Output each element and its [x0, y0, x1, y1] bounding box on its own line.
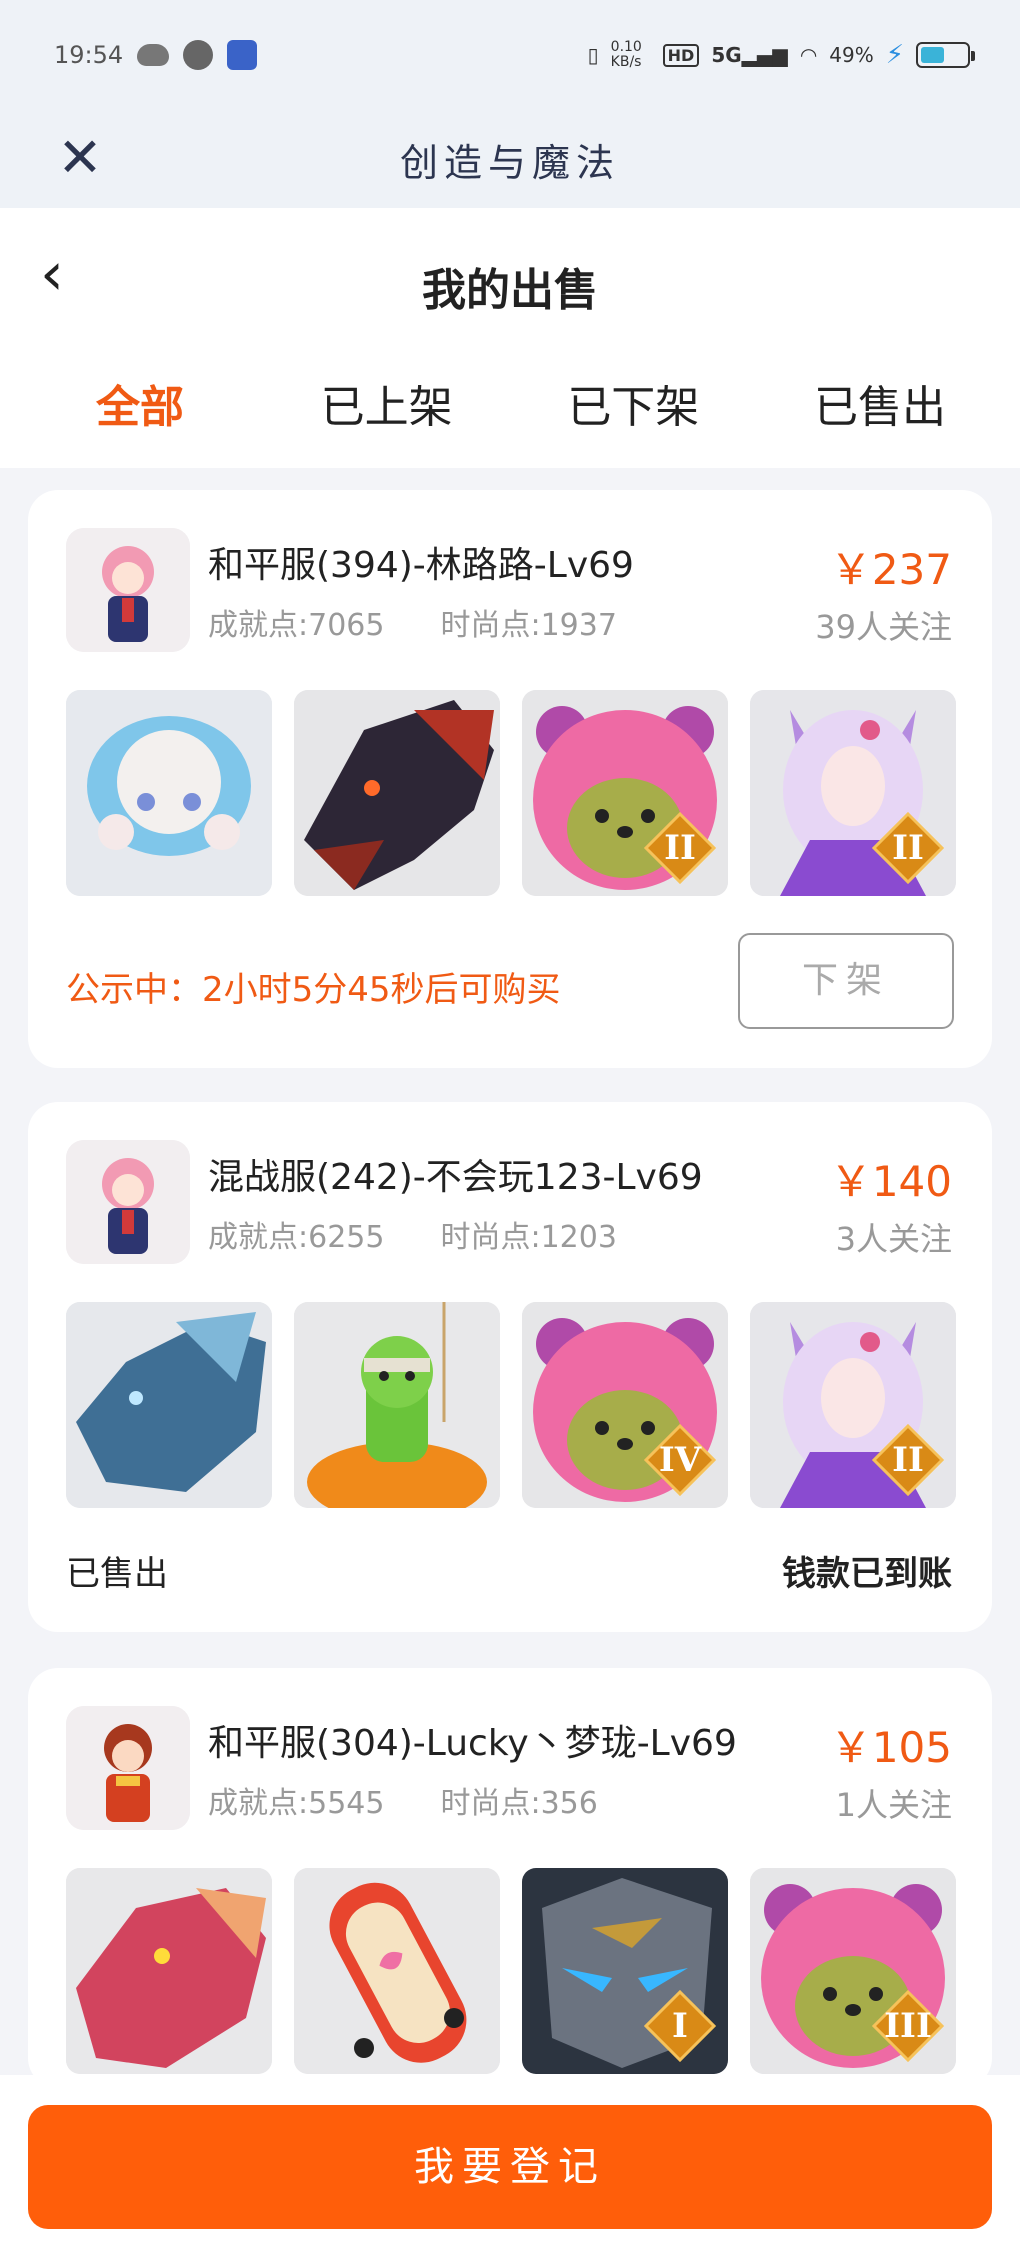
title-bar: ✕ 创造与魔法: [0, 110, 1020, 208]
achievement-points: 成就点:6255: [208, 1220, 385, 1255]
listing-stats: 成就点:7065 时尚点:1937: [208, 600, 617, 644]
tab-delisted[interactable]: 已下架: [533, 368, 733, 448]
listing-stats: 成就点:6255 时尚点:1203: [208, 1212, 617, 1256]
signal-icon: 5G▂▄▆: [711, 43, 788, 67]
rank-badge: IV: [644, 1424, 716, 1496]
status-bar: 19:54 ▯ 0.10 KB/s HD 5G▂▄▆ ◠ 49% ⚡: [0, 0, 1020, 110]
rank-badge: II: [872, 812, 944, 884]
listing-card[interactable]: 和平服(394)-林路路-Lv69 成就点:7065 时尚点:1937 ￥237…: [28, 490, 992, 1068]
status-right: ▯ 0.10 KB/s HD 5G▂▄▆ ◠ 49% ⚡: [587, 39, 975, 70]
battery-percent: 49%: [829, 43, 874, 67]
network-speed: 0.10 KB/s: [610, 39, 642, 70]
item-grid: II II: [66, 690, 956, 896]
cloud-icon: [137, 44, 170, 66]
listing-name: 混战服(242)-不会玩123-Lv69: [208, 1157, 703, 1198]
character-avatar: [66, 1140, 190, 1264]
character-avatar: [66, 1706, 190, 1830]
rank-label: III: [884, 2006, 932, 2046]
pink-bear-hat-icon[interactable]: III: [750, 1868, 956, 2074]
listing-stats: 成就点:5545 时尚点:356: [208, 1778, 598, 1822]
watcher-count: 3人关注: [835, 1220, 952, 1258]
fashion-points: 时尚点:1203: [440, 1220, 617, 1255]
payment-status: 钱款已到账: [782, 1554, 952, 1594]
ice-dragon-mount-icon[interactable]: [66, 1302, 272, 1508]
fox-spirit-outfit-icon[interactable]: II: [750, 1302, 956, 1508]
pink-bear-hat-icon[interactable]: IV: [522, 1302, 728, 1508]
fox-spirit-outfit-icon[interactable]: II: [750, 690, 956, 896]
pink-bear-hat-icon[interactable]: II: [522, 690, 728, 896]
rank-label: IV: [658, 1440, 702, 1480]
rank-badge: II: [644, 812, 716, 884]
rank-label: II: [664, 828, 696, 868]
battery-icon: [916, 42, 975, 68]
page-title: 我的出售: [422, 265, 598, 316]
clock: 19:54: [54, 41, 124, 69]
character-avatar: [66, 528, 190, 652]
register-button[interactable]: 我要登记: [28, 2105, 992, 2229]
listing-card[interactable]: 混战服(242)-不会玩123-Lv69 成就点:6255 时尚点:1203 ￥…: [28, 1102, 992, 1632]
cloud-sheep-mount-icon[interactable]: [66, 690, 272, 896]
dark-dragon-mount-icon[interactable]: [294, 690, 500, 896]
watcher-count: 39人关注: [815, 608, 952, 646]
rank-badge: I: [644, 1990, 716, 2062]
listing-price: ￥105: [829, 1723, 952, 1772]
red-dragon-mount-icon[interactable]: [66, 1868, 272, 2074]
listing-price: ￥140: [829, 1157, 952, 1206]
sold-status: 已售出: [66, 1554, 168, 1594]
delist-button[interactable]: 下架: [738, 933, 954, 1029]
rank-label: II: [892, 828, 924, 868]
close-icon[interactable]: ✕: [56, 131, 104, 185]
signal-label: 5G: [711, 43, 742, 67]
tab-all[interactable]: 全部: [40, 368, 240, 448]
listing-name: 和平服(394)-林路路-Lv69: [208, 545, 634, 586]
rank-badge: III: [872, 1990, 944, 2062]
hd-badge: HD: [662, 43, 700, 67]
status-left: 19:54: [54, 40, 258, 70]
stone-golem-mount-icon[interactable]: I: [522, 1868, 728, 2074]
skateboard-icon[interactable]: [294, 1868, 500, 2074]
app-notification-icon: [227, 40, 258, 70]
fashion-points: 时尚点:356: [440, 1786, 598, 1821]
watcher-count: 1人关注: [835, 1786, 952, 1824]
item-grid: I III: [66, 1868, 956, 2074]
tab-listed[interactable]: 已上架: [287, 368, 487, 448]
publicity-countdown: 公示中：2小时5分45秒后可购买: [66, 970, 561, 1010]
listing-price: ￥237: [829, 545, 952, 594]
fashion-points: 时尚点:1937: [440, 608, 617, 643]
rank-label: II: [892, 1440, 924, 1480]
bottom-bar: 我要登记: [0, 2075, 1020, 2255]
page-header: ‹ 我的出售 全部 已上架 已下架 已售出: [0, 208, 1020, 468]
compass-icon: [183, 40, 214, 70]
charging-icon: ⚡: [885, 40, 904, 70]
listing-name: 和平服(304)-Lucky丶梦珑-Lv69: [208, 1723, 737, 1764]
app-title: 创造与魔法: [399, 140, 620, 185]
achievement-points: 成就点:5545: [208, 1786, 385, 1821]
listing-card[interactable]: 和平服(304)-Lucky丶梦珑-Lv69 成就点:5545 时尚点:356 …: [28, 1668, 992, 2088]
rank-badge: II: [872, 1424, 944, 1496]
wifi-icon: ◠: [799, 43, 818, 67]
vibrate-icon: ▯: [587, 43, 599, 67]
battery-fill: [921, 47, 944, 63]
pumpkin-zombie-icon[interactable]: [294, 1302, 500, 1508]
tab-sold[interactable]: 已售出: [780, 368, 980, 448]
achievement-points: 成就点:7065: [208, 608, 385, 643]
rank-label: I: [672, 2006, 688, 2046]
item-grid: IV II: [66, 1302, 956, 1508]
tab-bar: 全部 已上架 已下架 已售出: [40, 368, 980, 448]
